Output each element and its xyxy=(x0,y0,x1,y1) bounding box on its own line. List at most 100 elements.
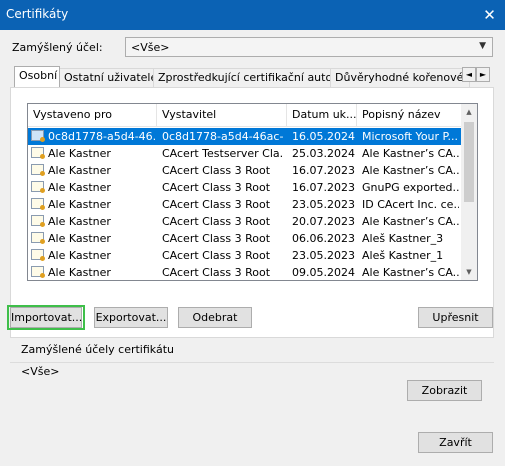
table-cell: CAcert Class 3 Root xyxy=(162,215,271,228)
tab-label: Zprostředkující certifikační autority xyxy=(158,71,331,84)
close-button-label: Zavřít xyxy=(439,436,472,449)
certificate-icon xyxy=(31,249,45,261)
close-button[interactable]: Zavřít xyxy=(418,432,493,453)
table-row[interactable]: Ale Kastner CAcert Class 3 Root 09.05.2024… xyxy=(28,264,461,280)
tab-label: Osobní xyxy=(19,69,58,82)
column-header-label: Vystaveno pro xyxy=(33,108,112,121)
table-cell: Ale Kastner’s CA... xyxy=(362,215,459,228)
table-cell: Ale Kastner xyxy=(48,249,111,262)
export-button[interactable]: Exportovat... xyxy=(94,307,168,328)
list-header: Vystaveno pro Vystavitel Datum uk... Pop… xyxy=(28,104,461,127)
table-cell: Aleš Kastner_1 xyxy=(362,249,444,262)
purposes-group-title: Zamýšlené účely certifikátu xyxy=(21,343,178,356)
table-cell: Microsoft Your P... xyxy=(362,130,458,143)
arrow-left-icon: ◄ xyxy=(465,70,473,79)
table-cell: CAcert Class 3 Root xyxy=(162,164,271,177)
table-row[interactable]: 0c8d1778-a5d4-46... 0c8d1778-a5d4-46ac-..… xyxy=(28,128,461,145)
table-cell: 25.03.2024 xyxy=(292,147,355,160)
import-button-label: Importovat... xyxy=(11,311,83,324)
table-row[interactable]: Ale Kastner CAcert Class 3 Root 06.06.2023… xyxy=(28,230,461,247)
certificate-icon xyxy=(31,198,45,210)
tab-trusted-root-ca[interactable]: Důvěryhodné kořenové certifikační autori… xyxy=(330,68,470,87)
tab-personal[interactable]: Osobní xyxy=(14,66,60,87)
table-cell: CAcert Class 3 Root xyxy=(162,198,271,211)
scrollbar-thumb[interactable] xyxy=(464,122,474,202)
table-row[interactable]: Ale Kastner CAcert Class 3 Root 16.07.2023… xyxy=(28,179,461,196)
table-cell: 0c8d1778-a5d4-46... xyxy=(48,130,155,143)
vertical-scrollbar[interactable]: ▲ ▼ xyxy=(461,104,477,280)
advanced-button[interactable]: Upřesnit xyxy=(418,307,493,328)
table-cell: Ale Kastner xyxy=(48,266,111,279)
certificate-icon xyxy=(31,215,45,227)
table-cell: ID CAcert Inc. ce... xyxy=(362,198,459,211)
table-row[interactable]: Ale Kastner CAcert Class 3 Root 23.05.2023… xyxy=(28,196,461,213)
certificate-icon xyxy=(31,266,45,278)
table-cell: 16.07.2023 xyxy=(292,164,355,177)
table-cell: 16.05.2024 xyxy=(292,130,355,143)
table-row[interactable]: Ale Kastner CAcert Class 3 Root 16.07.2023… xyxy=(28,162,461,179)
table-cell: 16.07.2023 xyxy=(292,181,355,194)
tab-label: Ostatní uživatelé xyxy=(64,71,154,84)
table-cell: Ale Kastner’s CA... xyxy=(362,164,459,177)
column-header-issued-to[interactable]: Vystaveno pro xyxy=(28,104,157,126)
table-cell: Ale Kastner xyxy=(48,181,111,194)
table-row[interactable]: Ale Kastner CAcert Class 3 Root 23.05.2023… xyxy=(28,247,461,264)
table-cell: CAcert Testserver Cla... xyxy=(162,147,284,160)
column-header-label: Datum uk... xyxy=(292,108,357,121)
view-button-label: Zobrazit xyxy=(421,384,468,397)
table-cell: Ale Kastner xyxy=(48,198,111,211)
table-cell: 06.06.2023 xyxy=(292,232,355,245)
column-header-label: Vystavitel xyxy=(162,108,217,121)
certificate-icon xyxy=(31,130,45,142)
window-title: Certifikáty xyxy=(6,7,69,21)
tab-label: Důvěryhodné kořenové certifikační autori… xyxy=(335,71,469,84)
tab-intermediate-ca[interactable]: Zprostředkující certifikační autority xyxy=(153,68,331,87)
group-divider xyxy=(10,362,494,363)
column-header-friendly-name[interactable]: Popisný název xyxy=(357,104,461,126)
table-cell: CAcert Class 3 Root xyxy=(162,181,271,194)
table-cell: 23.05.2023 xyxy=(292,198,355,211)
table-row[interactable]: Ale Kastner CAcert Class 3 Root 20.07.2023… xyxy=(28,213,461,230)
view-button[interactable]: Zobrazit xyxy=(407,380,482,401)
purposes-value: <Vše> xyxy=(21,365,60,378)
column-header-expiration[interactable]: Datum uk... xyxy=(287,104,357,126)
table-cell: 09.05.2024 xyxy=(292,266,355,279)
table-cell: CAcert Class 3 Root xyxy=(162,266,271,279)
table-cell: 20.07.2023 xyxy=(292,215,355,228)
purpose-select-value: <Vše> xyxy=(131,41,170,54)
certificate-icon xyxy=(31,147,45,159)
scroll-down-icon[interactable]: ▼ xyxy=(461,264,477,280)
purpose-label: Zamýšlený účel: xyxy=(12,41,103,54)
tab-strip: Osobní Ostatní uživatelé Zprostředkující… xyxy=(10,66,488,87)
certificate-list[interactable]: Vystaveno pro Vystavitel Datum uk... Pop… xyxy=(27,103,478,281)
purpose-select[interactable]: <Vše> ▼ xyxy=(125,37,493,57)
table-cell: Ale Kastner’s CA... xyxy=(362,266,459,279)
column-header-label: Popisný název xyxy=(362,108,441,121)
table-cell: 23.05.2023 xyxy=(292,249,355,262)
chevron-down-icon: ▼ xyxy=(479,41,486,51)
close-window-button[interactable]: ✕ xyxy=(474,0,505,30)
remove-button-label: Odebrat xyxy=(192,311,238,324)
tab-other-people[interactable]: Ostatní uživatelé xyxy=(59,68,154,87)
column-header-issuer[interactable]: Vystavitel xyxy=(157,104,287,126)
table-cell: Ale Kastner xyxy=(48,147,111,160)
export-button-label: Exportovat... xyxy=(95,311,167,324)
certificate-icon xyxy=(31,181,45,193)
scroll-up-icon[interactable]: ▲ xyxy=(461,104,477,120)
table-cell: Ale Kastner’s CA... xyxy=(362,147,459,160)
tab-scroll-left-button[interactable]: ◄ xyxy=(462,67,476,82)
table-cell: CAcert Class 3 Root xyxy=(162,249,271,262)
certificate-icon xyxy=(31,232,45,244)
table-cell: CAcert Class 3 Root xyxy=(162,232,271,245)
advanced-button-label: Upřesnit xyxy=(432,311,479,324)
title-bar: Certifikáty ✕ xyxy=(0,0,505,30)
table-cell: 0c8d1778-a5d4-46ac-... xyxy=(162,130,284,143)
table-cell: Ale Kastner xyxy=(48,215,111,228)
tab-scroll-right-button[interactable]: ► xyxy=(476,67,490,82)
table-cell: Ale Kastner xyxy=(48,232,111,245)
remove-button[interactable]: Odebrat xyxy=(178,307,252,328)
table-cell: GnuPG exported... xyxy=(362,181,459,194)
import-button[interactable]: Importovat... xyxy=(10,307,82,328)
certificate-icon xyxy=(31,164,45,176)
table-row[interactable]: Ale Kastner CAcert Testserver Cla... 25.03… xyxy=(28,145,461,162)
